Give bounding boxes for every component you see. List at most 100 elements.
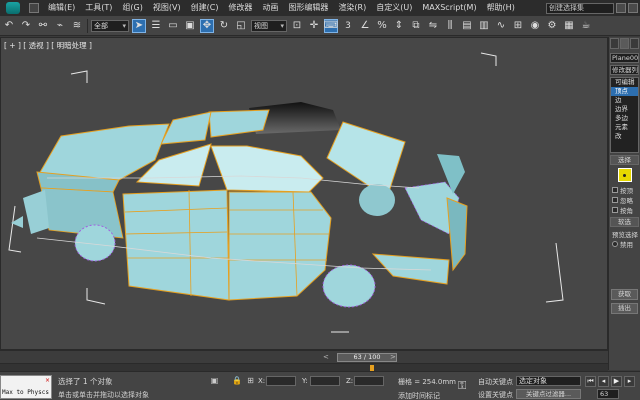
select-by-name-icon[interactable]: ☰ xyxy=(149,19,163,33)
go-to-start-icon[interactable]: ⏮ xyxy=(585,376,596,387)
add-time-tag-button[interactable]: 添加时间标记 xyxy=(398,391,440,400)
rendered-frame-icon[interactable]: ▦ xyxy=(562,19,576,33)
selection-rollout-header[interactable]: 选择 xyxy=(610,155,639,165)
modifier-stack[interactable]: 可编辑 顶点 边 边界 多边 元素 改 xyxy=(610,77,639,153)
modify-tab-icon[interactable] xyxy=(620,38,629,49)
key-filters-button[interactable]: 关键点过滤器... xyxy=(516,389,581,399)
hierarchy-tab-icon[interactable] xyxy=(630,38,639,49)
by-vertex-checkbox[interactable]: 按顶 xyxy=(609,185,640,195)
redo-icon[interactable]: ↷ xyxy=(19,19,33,33)
menu-group[interactable]: 组(G) xyxy=(117,0,147,16)
preview-disabled-radio[interactable]: 禁用 xyxy=(609,239,640,249)
menu-customize[interactable]: 自定义(U) xyxy=(371,0,417,16)
set-key-button[interactable]: 设置关键点 xyxy=(478,390,513,400)
named-selection-set-field[interactable]: 创建选择集 xyxy=(546,2,614,14)
material-editor-icon[interactable]: ◉ xyxy=(528,19,542,33)
menu-edit[interactable]: 编辑(E) xyxy=(43,0,80,16)
stack-item-edge[interactable]: 边 xyxy=(611,96,638,105)
snap-number: 3 xyxy=(345,20,351,31)
snap-toggle-icon[interactable]: 3 xyxy=(341,19,355,33)
menu-rendering[interactable]: 渲染(R) xyxy=(333,0,371,16)
bind-spacewarp-icon[interactable]: ≋ xyxy=(70,19,84,33)
object-name-field[interactable]: Plane003 xyxy=(610,53,639,63)
stack-item-element[interactable]: 元素 xyxy=(611,123,638,132)
edit-named-selection-icon[interactable]: ⧉ xyxy=(409,19,423,33)
z-coordinate-field[interactable] xyxy=(354,376,384,386)
menu-help[interactable]: 帮助(H) xyxy=(482,0,520,16)
menu-animation[interactable]: 动画 xyxy=(257,0,283,16)
lock-icon[interactable]: ▣ xyxy=(210,376,219,385)
close-icon[interactable]: × xyxy=(45,377,50,384)
previous-frame-icon[interactable]: ◂ xyxy=(598,376,609,387)
extrude-button[interactable]: 插出 xyxy=(611,303,638,314)
stack-item-editable-poly[interactable]: 可编辑 xyxy=(611,78,638,87)
schematic-view-icon[interactable]: ⊞ xyxy=(511,19,525,33)
stack-item-modify[interactable]: 改 xyxy=(611,132,638,141)
move-icon[interactable]: ✥ xyxy=(200,18,214,33)
keyboard-shortcut-override-icon[interactable]: ⌨ xyxy=(324,18,338,33)
modifier-list-dropdown[interactable]: 修改器列表 xyxy=(610,65,639,75)
soft-selection-rollout[interactable]: 软选 xyxy=(610,217,639,227)
viewport-label[interactable]: [ + ] [ 透视 ] [ 明暗处理 ] xyxy=(4,40,92,51)
auto-key-button[interactable]: 自动关键点 xyxy=(478,377,513,387)
stack-item-vertex[interactable]: 顶点 xyxy=(611,87,638,96)
stack-item-border[interactable]: 边界 xyxy=(611,105,638,114)
current-frame-field[interactable]: 63 xyxy=(597,389,619,399)
mirror-icon[interactable]: ⇋ xyxy=(426,19,440,33)
create-tab-icon[interactable] xyxy=(610,38,619,49)
select-object-icon[interactable]: ➤ xyxy=(132,18,146,33)
percent-snap-icon[interactable]: % xyxy=(375,19,389,33)
render-setup-icon[interactable]: ⚙ xyxy=(545,19,559,33)
pivot-center-icon[interactable]: ⊡ xyxy=(290,19,304,33)
perspective-viewport[interactable]: [ + ] [ 透视 ] [ 明暗处理 ] xyxy=(0,37,608,350)
undo-icon[interactable]: ↶ xyxy=(2,19,16,33)
quick-access-button[interactable] xyxy=(29,3,39,13)
app-logo-icon[interactable] xyxy=(0,0,26,16)
key-icon[interactable]: ⚿ xyxy=(458,379,466,393)
render-production-icon[interactable]: ☕ xyxy=(579,19,593,33)
align-icon[interactable]: ⫼ xyxy=(443,19,457,33)
select-manipulate-icon[interactable]: ✛ xyxy=(307,19,321,33)
maxscript-text: Max to Physcs xyxy=(2,389,49,396)
rect-selection-icon[interactable]: ▭ xyxy=(166,19,180,33)
unlink-icon[interactable]: ⌁ xyxy=(53,19,67,33)
viewport-scene xyxy=(8,52,564,333)
play-icon[interactable]: ▶ xyxy=(611,376,622,387)
menu-create[interactable]: 创建(C) xyxy=(186,0,224,16)
selection-lock-icon[interactable]: 🔒 xyxy=(232,376,242,385)
absolute-transform-icon[interactable]: ⊞ xyxy=(246,376,255,385)
vertex-mode-icon[interactable] xyxy=(617,168,632,182)
ignore-backfacing-checkbox[interactable]: 忽略 xyxy=(609,195,640,205)
get-stack-button[interactable]: 获取 xyxy=(611,289,638,300)
by-angle-checkbox[interactable]: 按角 xyxy=(609,205,640,215)
time-slider[interactable]: < 63 / 100 > xyxy=(0,350,608,363)
reference-coordinate-dropdown[interactable]: 视图 xyxy=(251,19,287,32)
next-frame-icon[interactable]: > xyxy=(390,353,396,361)
menu-tools[interactable]: 工具(T) xyxy=(80,0,117,16)
track-bar[interactable] xyxy=(0,363,608,371)
x-coordinate-field[interactable] xyxy=(266,376,296,386)
menu-views[interactable]: 视图(V) xyxy=(148,0,186,16)
rotate-icon[interactable]: ↻ xyxy=(217,19,231,33)
link-icon[interactable]: ⚯ xyxy=(36,19,50,33)
time-slider-thumb[interactable]: 63 / 100 xyxy=(337,353,397,362)
curve-editor-icon[interactable]: ∿ xyxy=(494,19,508,33)
graphite-ribbon-icon[interactable]: ▥ xyxy=(477,19,491,33)
layer-manager-icon[interactable]: ▤ xyxy=(460,19,474,33)
angle-snap-icon[interactable]: ∠ xyxy=(358,19,372,33)
menu-maxscript[interactable]: MAXScript(M) xyxy=(417,0,481,16)
selection-filter-dropdown[interactable]: 全部 xyxy=(91,19,129,32)
y-coordinate-field[interactable] xyxy=(310,376,340,386)
menu-graph-editors[interactable]: 图形编辑器 xyxy=(283,0,333,16)
auto-key-selection-dropdown[interactable]: 选定对象 xyxy=(516,376,581,386)
minimize-button[interactable] xyxy=(616,3,626,13)
prev-frame-icon[interactable]: < xyxy=(323,353,329,361)
window-crossing-icon[interactable]: ▣ xyxy=(183,19,197,33)
maximize-button[interactable] xyxy=(628,3,638,13)
scale-icon[interactable]: ◱ xyxy=(234,19,248,33)
spinner-snap-icon[interactable]: ⇕ xyxy=(392,19,406,33)
menu-modifiers[interactable]: 修改器 xyxy=(223,0,257,16)
next-frame-button-icon[interactable]: ▸ xyxy=(624,376,635,387)
maxscript-listener[interactable]: × Max to Physcs xyxy=(0,375,52,399)
stack-item-polygon[interactable]: 多边 xyxy=(611,114,638,123)
